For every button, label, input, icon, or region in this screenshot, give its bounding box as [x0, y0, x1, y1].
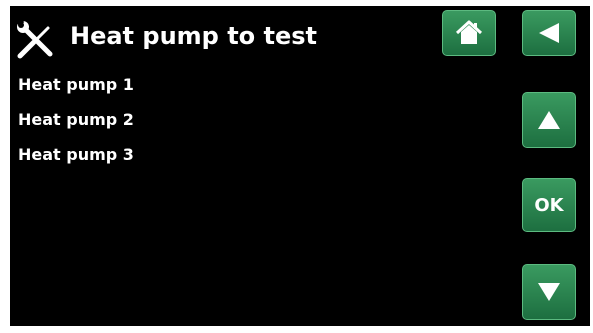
scroll-down-button[interactable] — [522, 264, 576, 320]
list-item-heat-pump-3[interactable]: Heat pump 3 — [18, 144, 134, 179]
page-title: Heat pump to test — [70, 22, 318, 50]
ok-button-label: OK — [534, 194, 564, 216]
home-icon — [455, 20, 483, 44]
back-button[interactable] — [522, 10, 576, 56]
home-button[interactable] — [442, 10, 496, 56]
heat-pump-list: Heat pump 1 Heat pump 2 Heat pump 3 — [18, 74, 134, 179]
list-item-heat-pump-2[interactable]: Heat pump 2 — [18, 109, 134, 144]
up-arrow-icon — [538, 111, 560, 129]
scroll-up-button[interactable] — [522, 92, 576, 148]
ok-button[interactable]: OK — [522, 178, 576, 232]
back-arrow-icon — [539, 23, 559, 43]
tools-icon — [16, 18, 53, 59]
down-arrow-icon — [538, 283, 560, 301]
display-screen: Heat pump to test Heat pump 1 Heat pump … — [10, 6, 590, 326]
list-item-heat-pump-1[interactable]: Heat pump 1 — [18, 74, 134, 109]
